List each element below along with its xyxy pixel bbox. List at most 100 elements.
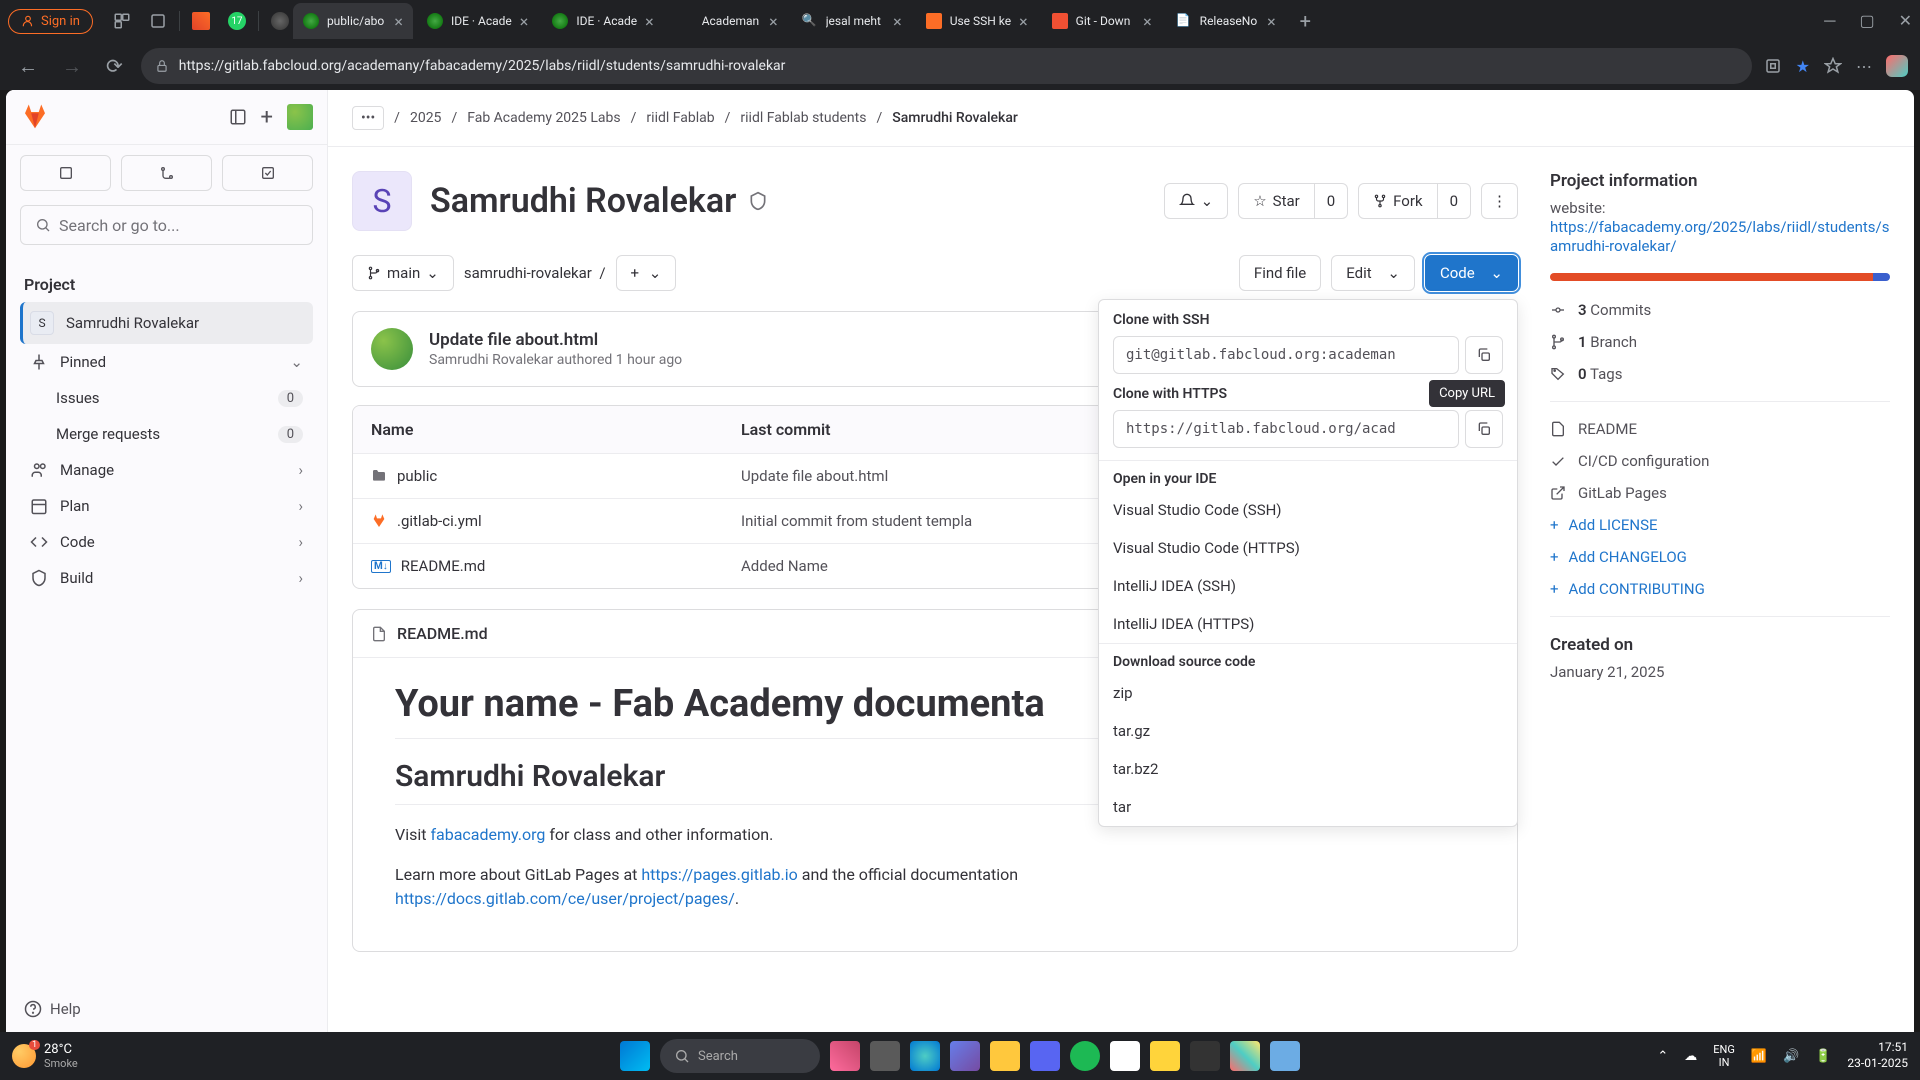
pinned-tab-3[interactable] (271, 12, 289, 30)
user-avatar[interactable] (287, 104, 313, 130)
close-tab-icon[interactable]: × (645, 12, 654, 31)
start-button[interactable] (620, 1041, 650, 1071)
fork-button[interactable]: Fork (1358, 183, 1437, 219)
sidebar-item-manage[interactable]: Manage › (20, 452, 313, 488)
taskbar-app[interactable] (1110, 1041, 1140, 1071)
download-zip[interactable]: zip (1099, 674, 1517, 712)
close-tab-icon[interactable]: × (394, 12, 403, 31)
readme-link[interactable]: fabacademy.org (430, 825, 545, 844)
weather-widget[interactable]: 1 28°C Smoke (12, 1042, 78, 1070)
sidebar-item-build[interactable]: Build › (20, 560, 313, 596)
sidebar-item-plan[interactable]: Plan › (20, 488, 313, 524)
add-icon[interactable]: + (261, 105, 273, 130)
taskbar-app[interactable] (870, 1041, 900, 1071)
add-changelog-link[interactable]: +Add CHANGELOG (1550, 548, 1890, 566)
download-targz[interactable]: tar.gz (1099, 712, 1517, 750)
browser-tab[interactable]: IDE · Acade × (417, 3, 538, 39)
merge-requests-shortcut[interactable] (121, 155, 212, 191)
taskbar-app[interactable] (1230, 1041, 1260, 1071)
browser-tab[interactable]: Git - Down × (1042, 3, 1162, 39)
workspaces-icon[interactable] (113, 12, 131, 30)
open-vscode-https[interactable]: Visual Studio Code (HTTPS) (1099, 529, 1517, 567)
clock[interactable]: 17:5123-01-2025 (1847, 1040, 1908, 1071)
taskbar-app[interactable] (1190, 1041, 1220, 1071)
forward-button[interactable]: → (56, 48, 88, 85)
favorites-icon[interactable] (1824, 57, 1842, 75)
sidebar-item-merge-requests[interactable]: Merge requests 0 (20, 416, 313, 452)
close-tab-icon[interactable]: × (1143, 12, 1152, 31)
volume-icon[interactable]: 🔊 (1783, 1049, 1799, 1064)
gitlab-logo[interactable] (20, 102, 50, 132)
panel-toggle-icon[interactable] (229, 108, 247, 126)
fork-count[interactable]: 0 (1438, 183, 1471, 219)
taskbar-app[interactable] (830, 1041, 860, 1071)
readme-link[interactable]: https://docs.gitlab.com/ce/user/project/… (395, 889, 735, 908)
breadcrumb-item[interactable]: Fab Academy 2025 Labs (467, 110, 620, 126)
browser-tab[interactable]: 🔍 jesal meht × (792, 3, 912, 39)
back-button[interactable]: ← (12, 48, 44, 85)
favorite-icon[interactable]: ★ (1796, 57, 1810, 76)
readme-link[interactable]: https://pages.gitlab.io (641, 865, 797, 884)
add-contributing-link[interactable]: +Add CONTRIBUTING (1550, 580, 1890, 598)
breadcrumb-item[interactable]: riidl Fablab students (740, 110, 866, 126)
wifi-icon[interactable]: 📶 (1751, 1049, 1767, 1064)
new-tab-button[interactable]: + (1300, 9, 1311, 33)
battery-icon[interactable]: 🔋 (1815, 1049, 1831, 1064)
close-tab-icon[interactable]: × (520, 12, 529, 31)
star-button[interactable]: ☆ Star (1238, 183, 1315, 219)
taskbar-app[interactable] (1270, 1041, 1300, 1071)
language-indicator[interactable]: ENGIN (1713, 1043, 1735, 1069)
readme-link[interactable]: README (1550, 420, 1890, 438)
taskbar-app[interactable] (990, 1041, 1020, 1071)
website-link[interactable]: https://fabacademy.org/2025/labs/riidl/s… (1550, 218, 1889, 255)
search-input[interactable]: Search or go to... (20, 205, 313, 245)
breadcrumb-item[interactable]: 2025 (410, 110, 441, 126)
sidebar-item-code[interactable]: Code › (20, 524, 313, 560)
extension-icon[interactable] (1764, 57, 1782, 75)
notification-button[interactable]: ⌄ (1164, 183, 1229, 219)
sign-in-button[interactable]: Sign in (8, 9, 93, 34)
tray-chevron-icon[interactable]: ⌃ (1657, 1049, 1668, 1064)
cicd-link[interactable]: CI/CD configuration (1550, 452, 1890, 470)
repo-path[interactable]: samrudhi-rovalekar / (464, 264, 606, 282)
browser-tab[interactable]: Use SSH ke × (916, 3, 1038, 39)
branch-selector[interactable]: main ⌄ (352, 255, 454, 291)
pinned-tab-1[interactable] (192, 12, 210, 30)
add-license-link[interactable]: +Add LICENSE (1550, 516, 1890, 534)
taskbar-search[interactable]: Search (660, 1039, 820, 1073)
browser-tab[interactable]: 📄 ReleaseNo × (1166, 3, 1286, 39)
taskbar-app[interactable] (950, 1041, 980, 1071)
browser-tab[interactable]: public/abo × (293, 3, 413, 39)
find-file-button[interactable]: Find file (1239, 255, 1321, 291)
url-input[interactable]: https://gitlab.fabcloud.org/academany/fa… (141, 48, 1752, 84)
sidebar-item-issues[interactable]: Issues 0 (20, 380, 313, 416)
close-button[interactable]: ✕ (1899, 11, 1912, 31)
tags-stat[interactable]: 0 Tags (1550, 365, 1890, 383)
taskbar-app[interactable] (1150, 1041, 1180, 1071)
more-actions-button[interactable]: ⋮ (1481, 183, 1518, 219)
open-vscode-ssh[interactable]: Visual Studio Code (SSH) (1099, 491, 1517, 529)
sidebar-item-project[interactable]: S Samrudhi Rovalekar (20, 302, 313, 344)
add-file-button[interactable]: + ⌄ (616, 255, 677, 291)
copilot-icon[interactable] (1886, 55, 1908, 77)
close-tab-icon[interactable]: × (1267, 12, 1276, 31)
taskbar-app[interactable] (1070, 1041, 1100, 1071)
maximize-button[interactable]: ▢ (1859, 11, 1874, 31)
breadcrumb-item[interactable]: riidl Fablab (646, 110, 714, 126)
download-tarbz2[interactable]: tar.bz2 (1099, 750, 1517, 788)
code-button[interactable]: Code ⌄ (1425, 255, 1518, 291)
download-tar[interactable]: tar (1099, 788, 1517, 826)
todos-shortcut[interactable] (222, 155, 313, 191)
browser-tab[interactable]: Academan × (668, 3, 788, 39)
pages-link[interactable]: GitLab Pages (1550, 484, 1890, 502)
copy-ssh-button[interactable] (1465, 336, 1503, 374)
sidebar-help[interactable]: Help (6, 986, 327, 1032)
close-tab-icon[interactable]: × (769, 12, 778, 31)
star-count[interactable]: 0 (1315, 183, 1348, 219)
minimize-button[interactable]: ─ (1824, 11, 1835, 31)
reload-button[interactable]: ⟳ (100, 48, 129, 84)
browser-tab[interactable]: IDE · Acade × (542, 3, 663, 39)
taskbar-app[interactable] (910, 1041, 940, 1071)
open-intellij-ssh[interactable]: IntelliJ IDEA (SSH) (1099, 567, 1517, 605)
issues-shortcut[interactable] (20, 155, 111, 191)
